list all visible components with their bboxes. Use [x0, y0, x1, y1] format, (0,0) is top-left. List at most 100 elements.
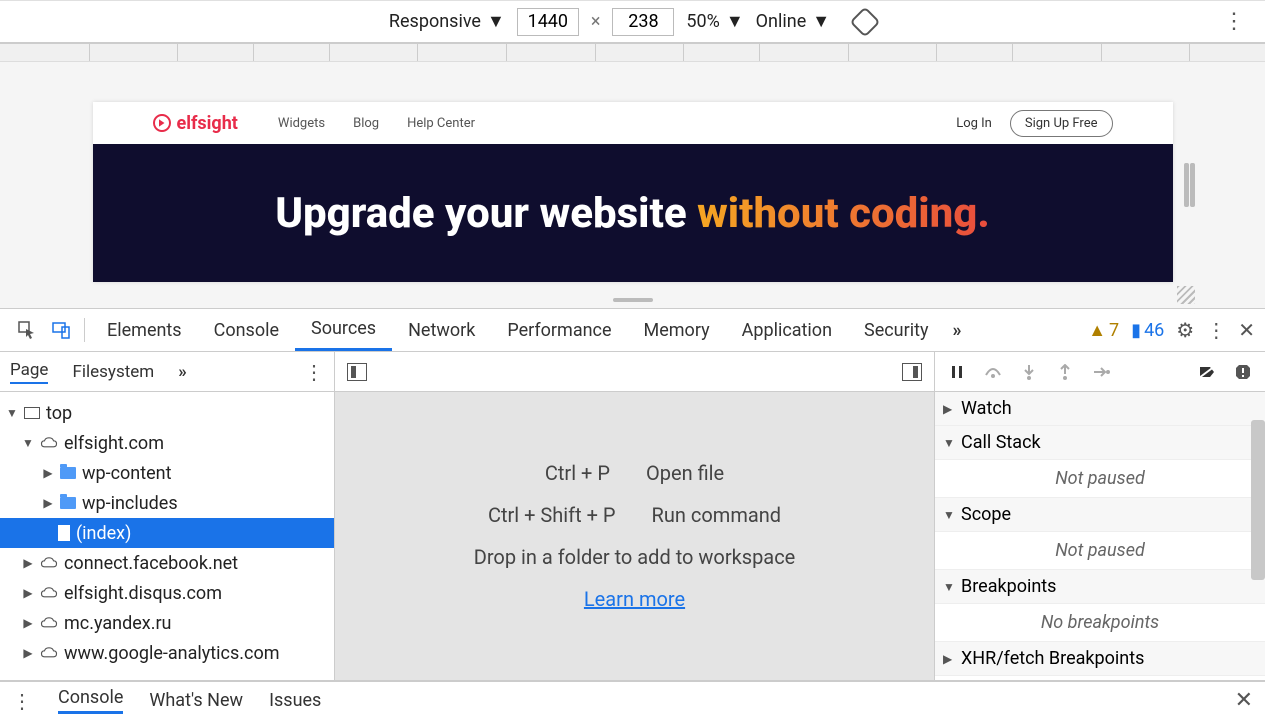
brand-text: elfsight — [177, 113, 238, 134]
kebab-menu-icon[interactable]: ⋮ — [1206, 318, 1226, 342]
pause-icon[interactable] — [947, 362, 967, 382]
logo-icon — [153, 114, 171, 132]
open-file-shortcut: Ctrl + P — [545, 461, 610, 485]
nav-tab-page[interactable]: Page — [10, 360, 48, 384]
tree-domain-ga[interactable]: ▶www.google-analytics.com — [0, 638, 334, 668]
device-mode-dropdown[interactable]: Responsive ▼ — [389, 11, 505, 32]
toggle-device-icon[interactable] — [44, 320, 78, 340]
drawer-tab-whatsnew[interactable]: What's New — [149, 690, 243, 711]
folder-icon — [60, 467, 76, 479]
cloud-icon — [40, 584, 58, 602]
hero-accent: without coding. — [697, 189, 990, 238]
tab-memory[interactable]: Memory — [628, 309, 726, 351]
tab-console[interactable]: Console — [198, 309, 295, 351]
tree-domain-disqus[interactable]: ▶elfsight.disqus.com — [0, 578, 334, 608]
close-devtools-icon[interactable]: ✕ — [1238, 318, 1255, 342]
tree-file-index[interactable]: (index) — [0, 518, 334, 548]
section-breakpoints[interactable]: ▼Breakpoints — [935, 570, 1265, 604]
zoom-dropdown[interactable]: 50% ▼ — [686, 11, 743, 32]
tabs-overflow-icon[interactable]: » — [944, 320, 969, 341]
step-out-icon[interactable] — [1055, 362, 1075, 382]
navigator-column: Page Filesystem » ⋮ ▼top ▼elfsight.com ▶… — [0, 352, 335, 680]
caret-down-icon: ▼ — [812, 11, 830, 32]
section-callstack[interactable]: ▼Call Stack — [935, 426, 1265, 460]
drawer-kebab-icon[interactable]: ⋮ — [12, 689, 32, 713]
tree-domain-label: mc.yandex.ru — [64, 613, 171, 634]
window-icon — [24, 407, 40, 419]
section-breakpoints-label: Breakpoints — [961, 576, 1056, 597]
hero-banner: Upgrade your website without coding. — [93, 144, 1173, 282]
learn-more-link[interactable]: Learn more — [584, 587, 685, 611]
cloud-icon — [40, 614, 58, 632]
file-icon — [58, 525, 70, 541]
tab-network[interactable]: Network — [392, 309, 491, 351]
debugger-toolbar — [935, 352, 1265, 392]
caret-down-icon: ▼ — [726, 11, 744, 32]
resize-handle-right[interactable] — [1184, 163, 1189, 207]
nav-widgets[interactable]: Widgets — [278, 116, 325, 131]
rotate-icon[interactable] — [850, 6, 881, 37]
resize-handle-bottom[interactable] — [613, 298, 653, 302]
resize-handle-corner[interactable] — [1177, 286, 1195, 304]
drop-workspace-hint: Drop in a folder to add to workspace — [474, 545, 796, 569]
close-drawer-icon[interactable]: ✕ — [1235, 688, 1253, 713]
step-into-icon[interactable] — [1019, 362, 1039, 382]
throttling-dropdown[interactable]: Online ▼ — [756, 11, 830, 32]
tree-folder-wp-includes[interactable]: ▶wp-includes — [0, 488, 334, 518]
caret-down-icon: ▼ — [487, 11, 505, 32]
messages-badge[interactable]: ▮ 46 — [1131, 320, 1164, 341]
nav-blog[interactable]: Blog — [353, 116, 379, 131]
tree-top-label: top — [46, 403, 72, 424]
navigator-kebab-icon[interactable]: ⋮ — [304, 360, 324, 384]
scrollbar-thumb[interactable] — [1251, 420, 1265, 580]
tab-security[interactable]: Security — [848, 309, 944, 351]
section-xhr-breakpoints[interactable]: ▶XHR/fetch Breakpoints — [935, 642, 1265, 676]
tree-domain-label: www.google-analytics.com — [64, 643, 280, 664]
section-scope[interactable]: ▼Scope — [935, 498, 1265, 532]
debugger-sections: ▶Watch ▼Call Stack Not paused ▼Scope Not… — [935, 392, 1265, 680]
drawer-tab-console[interactable]: Console — [58, 687, 123, 714]
tab-sources[interactable]: Sources — [295, 309, 392, 351]
tab-elements[interactable]: Elements — [91, 309, 198, 351]
tab-performance[interactable]: Performance — [491, 309, 627, 351]
tree-domain-yandex[interactable]: ▶mc.yandex.ru — [0, 608, 334, 638]
callstack-body: Not paused — [935, 460, 1265, 498]
step-over-icon[interactable] — [983, 362, 1003, 382]
run-command-shortcut: Ctrl + Shift + P — [488, 503, 616, 527]
nav-tabs-overflow-icon[interactable]: » — [178, 362, 187, 382]
scope-body: Not paused — [935, 532, 1265, 570]
hero-text: Upgrade your website without coding. — [275, 189, 990, 238]
warnings-badge[interactable]: ▲ 7 — [1088, 320, 1119, 341]
nav-tab-filesystem[interactable]: Filesystem — [72, 362, 154, 382]
tree-top[interactable]: ▼top — [0, 398, 334, 428]
toggle-nav-panel-icon[interactable] — [347, 363, 367, 381]
inspect-element-icon[interactable] — [10, 320, 44, 340]
drawer-tab-issues[interactable]: Issues — [269, 690, 321, 711]
kebab-menu-icon[interactable]: ⋮ — [1223, 9, 1245, 34]
divider — [84, 318, 85, 342]
brand-logo[interactable]: elfsight — [153, 113, 238, 134]
step-icon[interactable] — [1091, 362, 1111, 382]
devtools-tabbar: Elements Console Sources Network Perform… — [0, 308, 1265, 352]
tree-folder-wp-content[interactable]: ▶wp-content — [0, 458, 334, 488]
tree-domain-facebook[interactable]: ▶connect.facebook.net — [0, 548, 334, 578]
tree-file-label: (index) — [76, 523, 131, 544]
viewport-width-input[interactable] — [517, 8, 579, 36]
toggle-debug-panel-icon[interactable] — [902, 363, 922, 381]
message-icon: ▮ — [1131, 320, 1141, 341]
nav-help[interactable]: Help Center — [407, 116, 475, 131]
viewport-area: elfsight Widgets Blog Help Center Log In… — [0, 62, 1265, 308]
settings-gear-icon[interactable]: ⚙ — [1176, 318, 1194, 342]
warning-icon: ▲ — [1088, 320, 1106, 341]
throttling-label: Online — [756, 11, 807, 32]
section-xhr-label: XHR/fetch Breakpoints — [961, 648, 1144, 669]
viewport-height-input[interactable] — [612, 8, 674, 36]
login-link[interactable]: Log In — [956, 116, 992, 131]
tree-domain[interactable]: ▼elfsight.com — [0, 428, 334, 458]
deactivate-breakpoints-icon[interactable] — [1197, 362, 1217, 382]
drawer-tabbar: ⋮ Console What's New Issues ✕ — [0, 681, 1265, 719]
pause-on-exceptions-icon[interactable] — [1233, 362, 1253, 382]
tab-application[interactable]: Application — [726, 309, 848, 351]
section-watch[interactable]: ▶Watch — [935, 392, 1265, 426]
signup-button[interactable]: Sign Up Free — [1010, 110, 1113, 137]
